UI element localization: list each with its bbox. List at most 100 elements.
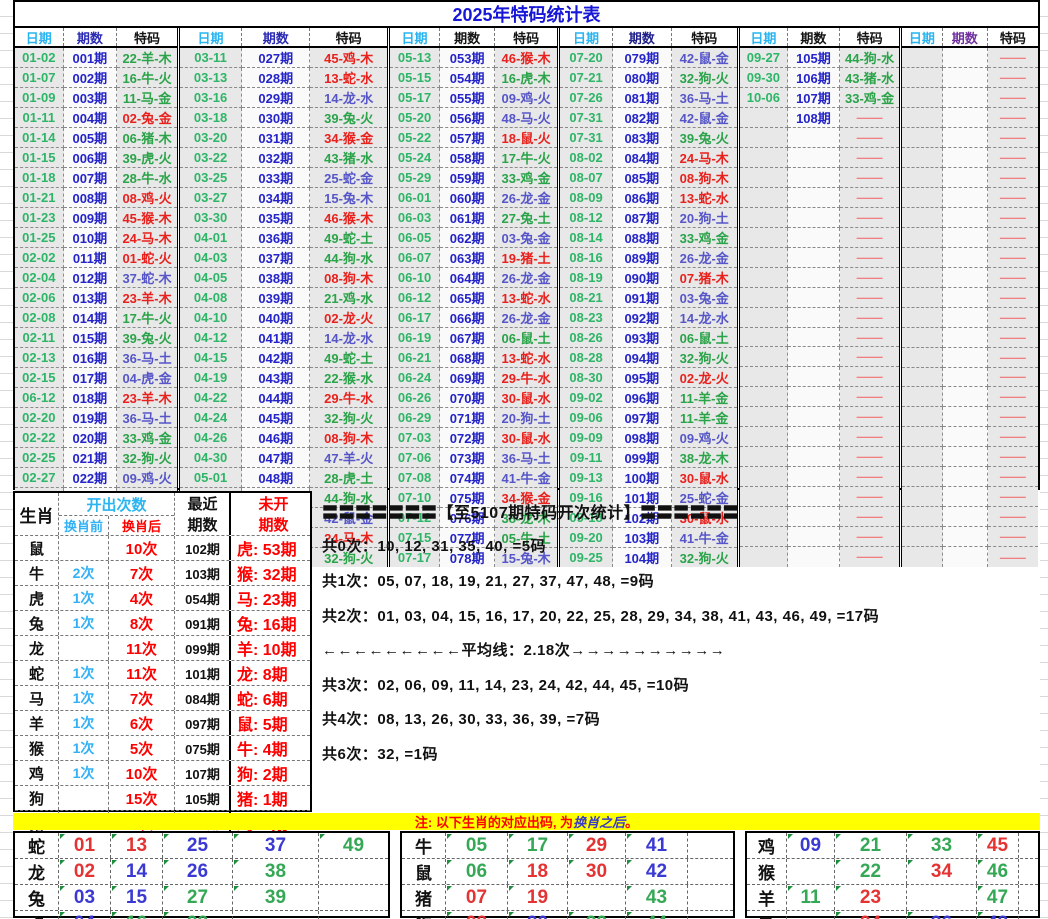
code-cell: 04-虎-金 xyxy=(117,368,177,388)
stats-row: 鼠10次102期虎: 53期 xyxy=(15,535,310,560)
zodiac-number-block-3: 鸡09213345猴223446羊112347马243648 xyxy=(745,831,1040,918)
table-row: 02-15017期04-虎-金 xyxy=(15,368,177,388)
code-cell: 33-鸡-金 xyxy=(117,428,177,448)
period-cell: 017期 xyxy=(64,368,117,388)
code-cell: —— xyxy=(840,288,899,308)
code-cell: 24-马-木 xyxy=(117,228,177,248)
stats-recent-cell: 075期 xyxy=(175,736,231,760)
date-cell xyxy=(902,168,943,188)
table-row: —— xyxy=(902,387,1038,407)
table-row: 01-07002期16-牛-火 xyxy=(15,68,177,88)
note-suffix: 。 xyxy=(625,812,638,831)
table-row: 08-19090期07-猪-木 xyxy=(560,268,737,288)
stats-before-cell: 1次 xyxy=(59,686,109,710)
zodiac-empty-cell xyxy=(1019,833,1038,858)
date-cell xyxy=(902,208,943,228)
group-header: 日期期数特码 xyxy=(390,28,557,48)
period-cell: 097期 xyxy=(613,408,671,428)
table-row: 05-20056期48-马-火 xyxy=(390,108,557,128)
summary-line: 共3次：02, 06, 09, 11, 14, 23, 24, 42, 44, … xyxy=(322,667,1036,702)
table-row: 08-02084期24-马-木 xyxy=(560,148,737,168)
table-row: —— xyxy=(902,348,1038,368)
stats-after-cell: 4次 xyxy=(109,586,175,610)
date-cell: 01-23 xyxy=(15,208,64,228)
table-row: 07-03072期30-鼠-水 xyxy=(390,428,557,448)
stats-not-open-cell: 羊: 10期 xyxy=(229,636,310,660)
stats-after-cell: 15次 xyxy=(109,786,175,810)
period-cell: 003期 xyxy=(64,88,117,108)
date-cell: 07-20 xyxy=(560,48,613,68)
table-row: 03-16029期14-龙-水 xyxy=(180,88,387,108)
table-row: 09-02096期11-羊-金 xyxy=(560,388,737,408)
zodiac-number-cell: 25 xyxy=(163,833,233,858)
period-cell: 054期 xyxy=(440,68,495,88)
date-cell xyxy=(902,188,943,208)
date-cell: 09-11 xyxy=(560,448,613,468)
zodiac-number-cell: 24 xyxy=(835,911,907,919)
code-cell: 13-蛇-水 xyxy=(310,68,387,88)
zodiac-stats-table: 生肖 开出次数 换肖前 换肖后 最近 期数 未开 期数 鼠10次102期虎: 5… xyxy=(13,491,312,812)
stats-after-cell: 7次 xyxy=(109,686,175,710)
period-cell: 042期 xyxy=(242,348,310,368)
code-cell: 02-兔-金 xyxy=(117,108,177,128)
period-cell: 089期 xyxy=(613,248,671,268)
date-cell xyxy=(740,308,788,328)
zodiac-empty-cell xyxy=(319,859,388,884)
period-cell xyxy=(943,407,988,427)
date-cell: 05-15 xyxy=(390,68,440,88)
code-cell: 03-兔-金 xyxy=(495,228,557,248)
table-row: —— xyxy=(902,427,1038,447)
date-cell: 06-10 xyxy=(390,268,440,288)
table-row: 02-08014期17-牛-火 xyxy=(15,308,177,328)
stats-zodiac-cell: 狗 xyxy=(15,786,59,810)
table-row: 06-17066期26-龙-金 xyxy=(390,308,557,328)
date-cell: 07-06 xyxy=(390,448,440,468)
date-cell xyxy=(902,328,943,348)
table-row: —— xyxy=(740,447,899,467)
period-cell: 081期 xyxy=(613,88,671,108)
table-row: —— xyxy=(740,228,899,248)
table-row: —— xyxy=(902,308,1038,328)
zodiac-label: 羊 xyxy=(747,885,787,910)
summary-line: 共0次：10, 12, 31, 35, 40, =5码 xyxy=(322,529,1036,564)
code-cell: 38-龙-木 xyxy=(672,448,737,468)
code-cell: 32-狗-火 xyxy=(672,348,737,368)
code-cell: 06-鼠-土 xyxy=(495,328,557,348)
zodiac-empty-cell xyxy=(688,885,733,910)
code-cell: 30-鼠-水 xyxy=(672,468,737,488)
period-cell: 071期 xyxy=(440,408,495,428)
date-cell xyxy=(740,447,788,467)
code-cell: 11-马-金 xyxy=(117,88,177,108)
period-cell: 034期 xyxy=(242,188,310,208)
stats-recent-cell: 103期 xyxy=(175,561,231,585)
stats-row: 猴1次5次075期牛: 4期 xyxy=(15,735,310,760)
date-cell: 04-24 xyxy=(180,408,242,428)
code-cell: —— xyxy=(840,128,899,148)
table-row: —— xyxy=(740,148,899,168)
date-cell xyxy=(902,427,943,447)
date-cell: 02-15 xyxy=(15,368,64,388)
period-cell: 065期 xyxy=(440,288,495,308)
table-row: 02-04012期37-蛇-木 xyxy=(15,268,177,288)
stats-header-times: 开出次数 xyxy=(59,493,174,516)
stats-zodiac-cell: 蛇 xyxy=(15,661,59,685)
date-cell: 01-02 xyxy=(15,48,64,68)
table-row: —— xyxy=(740,188,899,208)
code-cell: 36-马-土 xyxy=(672,88,737,108)
date-cell: 09-09 xyxy=(560,428,613,448)
period-cell: 043期 xyxy=(242,368,310,388)
group-header: 日期期数特码 xyxy=(180,28,387,48)
period-cell: 022期 xyxy=(64,468,117,488)
code-header: 特码 xyxy=(840,28,899,46)
table-row: —— xyxy=(902,328,1038,348)
period-cell: 085期 xyxy=(613,168,671,188)
zodiac-label: 兔 xyxy=(15,885,59,910)
table-row: 05-24058期17-牛-火 xyxy=(390,148,557,168)
period-cell: 037期 xyxy=(242,248,310,268)
period-cell: 012期 xyxy=(64,268,117,288)
zodiac-number-cell: 19 xyxy=(508,885,568,910)
zodiac-number-cell: 33 xyxy=(907,833,977,858)
stats-zodiac-cell: 兔 xyxy=(15,611,59,635)
code-header: 特码 xyxy=(117,28,177,46)
code-cell: 06-鼠-土 xyxy=(672,328,737,348)
